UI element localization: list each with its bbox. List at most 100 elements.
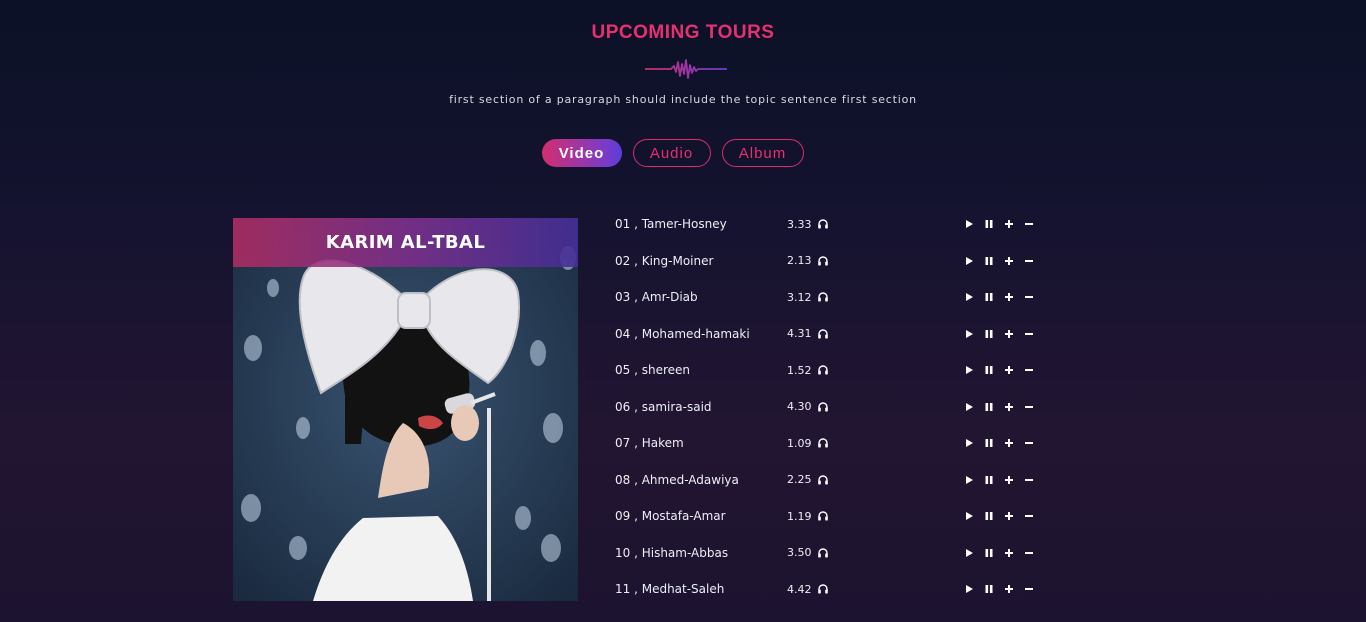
album-cover[interactable]: KARIM AL-TBAL: [233, 218, 578, 601]
minus-icon[interactable]: [1023, 291, 1035, 303]
pause-icon[interactable]: [983, 255, 995, 267]
headphones-icon: [818, 365, 828, 375]
track-duration: 3.33: [787, 217, 812, 231]
minus-icon[interactable]: [1023, 510, 1035, 522]
sound-wave-icon: [645, 59, 727, 79]
track-name: 09 , Mostafa-Amar: [615, 509, 726, 524]
minus-icon[interactable]: [1023, 218, 1035, 230]
track-controls: [963, 437, 1035, 449]
track-duration: 1.19: [787, 509, 812, 523]
headphones-icon: [818, 584, 828, 594]
track-row[interactable]: 05 , shereen 1.52: [615, 352, 1055, 389]
play-icon[interactable]: [963, 255, 975, 267]
track-row[interactable]: 10 , Hisham-Abbas 3.50: [615, 535, 1055, 572]
track-row[interactable]: 09 , Mostafa-Amar 1.19: [615, 498, 1055, 535]
track-name: 11 , Medhat-Saleh: [615, 582, 725, 597]
album-banner: KARIM AL-TBAL: [233, 218, 578, 267]
pause-icon[interactable]: [983, 291, 995, 303]
minus-icon[interactable]: [1023, 474, 1035, 486]
play-icon[interactable]: [963, 583, 975, 595]
plus-icon[interactable]: [1003, 510, 1015, 522]
pause-icon[interactable]: [983, 547, 995, 559]
play-icon[interactable]: [963, 291, 975, 303]
minus-icon[interactable]: [1023, 401, 1035, 413]
play-icon[interactable]: [963, 364, 975, 376]
track-controls: [963, 328, 1035, 340]
plus-icon[interactable]: [1003, 218, 1015, 230]
track-controls: [963, 218, 1035, 230]
track-duration: 2.25: [787, 473, 812, 487]
plus-icon[interactable]: [1003, 547, 1015, 559]
track-row[interactable]: 03 , Amr-Diab 3.12: [615, 279, 1055, 316]
play-icon[interactable]: [963, 547, 975, 559]
track-row[interactable]: 11 , Medhat-Saleh 4.42: [615, 571, 1055, 608]
play-icon[interactable]: [963, 437, 975, 449]
play-icon[interactable]: [963, 474, 975, 486]
headphones-icon: [818, 292, 828, 302]
track-row[interactable]: 08 , Ahmed-Adawiya 2.25: [615, 462, 1055, 499]
track-row[interactable]: 07 , Hakem 1.09: [615, 425, 1055, 462]
play-icon[interactable]: [963, 510, 975, 522]
track-name: 05 , shereen: [615, 363, 690, 378]
headphones-icon: [818, 438, 828, 448]
plus-icon[interactable]: [1003, 437, 1015, 449]
minus-icon[interactable]: [1023, 547, 1035, 559]
track-row[interactable]: 02 , King-Moiner 2.13: [615, 243, 1055, 280]
upcoming-tours-section: UPCOMING TOURS first section of a paragr…: [0, 0, 1366, 622]
track-duration: 4.31: [787, 327, 812, 341]
track-controls: [963, 474, 1035, 486]
track-duration: 4.30: [787, 400, 812, 414]
tab-audio[interactable]: Audio: [632, 139, 711, 167]
tab-album[interactable]: Album: [721, 139, 804, 167]
tab-video[interactable]: Video: [541, 139, 622, 167]
plus-icon[interactable]: [1003, 364, 1015, 376]
section-subtitle: first section of a paragraph should incl…: [449, 93, 917, 106]
pause-icon[interactable]: [983, 510, 995, 522]
track-name: 08 , Ahmed-Adawiya: [615, 472, 739, 487]
plus-icon[interactable]: [1003, 583, 1015, 595]
track-name: 10 , Hisham-Abbas: [615, 545, 729, 560]
pause-icon[interactable]: [983, 364, 995, 376]
track-duration: 4.42: [787, 582, 812, 596]
track-controls: [963, 401, 1035, 413]
pause-icon[interactable]: [983, 328, 995, 340]
track-duration: 3.50: [787, 546, 812, 560]
play-icon[interactable]: [963, 328, 975, 340]
headphones-icon: [818, 256, 828, 266]
section-title: UPCOMING TOURS: [591, 22, 775, 43]
headphones-icon: [818, 511, 828, 521]
track-row[interactable]: 01 , Tamer-Hosney 3.33: [615, 206, 1055, 243]
pause-icon[interactable]: [983, 437, 995, 449]
headphones-icon: [818, 475, 828, 485]
pause-icon[interactable]: [983, 583, 995, 595]
track-duration: 2.13: [787, 254, 812, 268]
minus-icon[interactable]: [1023, 328, 1035, 340]
pause-icon[interactable]: [983, 401, 995, 413]
minus-icon[interactable]: [1023, 364, 1035, 376]
album-artist-name: KARIM AL-TBAL: [325, 232, 486, 253]
pause-icon[interactable]: [983, 218, 995, 230]
track-duration: 1.09: [787, 436, 812, 450]
headphones-icon: [818, 219, 828, 229]
track-row[interactable]: 04 , Mohamed-hamaki 4.31: [615, 316, 1055, 353]
track-name: 03 , Amr-Diab: [615, 290, 698, 305]
album-cover-image: [233, 218, 578, 601]
plus-icon[interactable]: [1003, 255, 1015, 267]
track-duration: 3.12: [787, 290, 812, 304]
play-icon[interactable]: [963, 401, 975, 413]
minus-icon[interactable]: [1023, 255, 1035, 267]
minus-icon[interactable]: [1023, 583, 1035, 595]
track-controls: [963, 583, 1035, 595]
media-tabs: Video Audio Album: [0, 139, 1366, 167]
pause-icon[interactable]: [983, 474, 995, 486]
plus-icon[interactable]: [1003, 291, 1015, 303]
track-controls: [963, 547, 1035, 559]
minus-icon[interactable]: [1023, 437, 1035, 449]
plus-icon[interactable]: [1003, 328, 1015, 340]
plus-icon[interactable]: [1003, 474, 1015, 486]
plus-icon[interactable]: [1003, 401, 1015, 413]
headphones-icon: [818, 329, 828, 339]
track-row[interactable]: 06 , samira-said 4.30: [615, 389, 1055, 426]
play-icon[interactable]: [963, 218, 975, 230]
track-duration: 1.52: [787, 363, 812, 377]
